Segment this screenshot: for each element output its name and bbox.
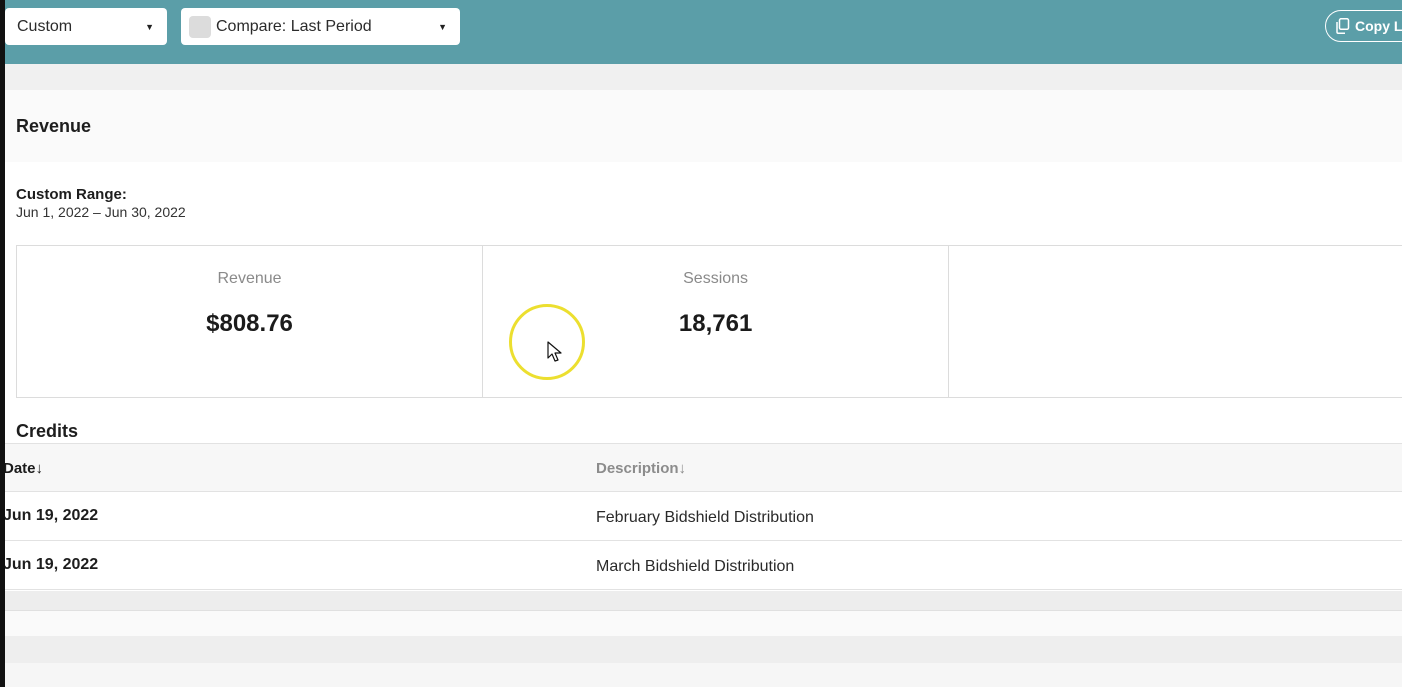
credits-title: Credits — [16, 421, 79, 441]
spacer-band — [5, 663, 1402, 687]
revenue-section-header: Revenue — [5, 90, 1402, 162]
mouse-pointer-icon — [547, 341, 562, 362]
description-column-header[interactable]: Description↓ — [596, 460, 686, 477]
compare-period-select[interactable]: Compare: Last Period ▼ — [181, 8, 460, 45]
custom-range-label: Custom Range: — [16, 186, 127, 203]
metrics-cards: Revenue $808.76 Sessions 18,761 — [16, 245, 1402, 398]
metric-value: $808.76 — [206, 310, 293, 337]
spacer-band — [0, 64, 1402, 90]
metric-card-third — [949, 246, 1402, 397]
compare-checkbox[interactable] — [189, 15, 211, 38]
date-range-select-value: Custom — [17, 17, 73, 35]
date-range-select[interactable]: Custom ▼ — [5, 8, 167, 45]
metric-label: Sessions — [683, 270, 749, 287]
metric-card-revenue: Revenue $808.76 — [17, 246, 484, 397]
dropdown-caret-icon: ▼ — [438, 22, 447, 32]
spacer-band — [5, 611, 1402, 636]
compare-period-select-value: Compare: Last Period — [216, 17, 372, 35]
top-toolbar: Custom ▼ Compare: Last Period ▼ Copy L — [0, 0, 1402, 64]
table-row[interactable]: Jun 19, 2022 March Bidshield Distributio… — [3, 541, 1402, 590]
spacer-band — [5, 636, 1402, 663]
row-date: Jun 19, 2022 — [3, 556, 99, 573]
date-column-header[interactable]: Date↓ — [3, 460, 43, 477]
dropdown-caret-icon: ▼ — [145, 22, 154, 32]
table-row[interactable]: Jun 19, 2022 February Bidshield Distribu… — [3, 492, 1402, 541]
window-edge — [0, 0, 5, 687]
copy-link-label: Copy L — [1355, 18, 1402, 34]
credits-table-header: Date↓ Description↓ — [3, 443, 1402, 492]
custom-range-dates: Jun 1, 2022 – Jun 30, 2022 — [16, 204, 186, 220]
metric-label: Revenue — [217, 270, 282, 287]
row-description: March Bidshield Distribution — [596, 558, 795, 575]
copy-link-button[interactable]: Copy L — [1325, 10, 1402, 42]
table-footer-band — [5, 591, 1402, 611]
copy-icon — [1336, 18, 1350, 34]
row-description: February Bidshield Distribution — [596, 509, 814, 526]
row-date: Jun 19, 2022 — [3, 507, 99, 524]
section-title: Revenue — [16, 116, 92, 136]
